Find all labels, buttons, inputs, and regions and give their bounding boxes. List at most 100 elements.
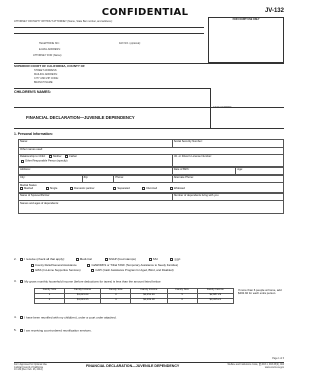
footer-left: Form Approved for Optional Use Judicial … bbox=[14, 364, 47, 372]
page-number: Page 1 of 3 bbox=[272, 358, 284, 360]
branch-name-label: BRANCH NAME: bbox=[34, 81, 54, 84]
email-label: E-MAIL ADDRESS: bbox=[39, 48, 61, 51]
benefits-row-1: 2. I receive (check all that apply): Med… bbox=[14, 257, 181, 262]
ssi-checkbox[interactable] bbox=[148, 258, 152, 261]
table-cell: 2 bbox=[34, 298, 65, 304]
ssp-checkbox[interactable] bbox=[170, 258, 174, 261]
ihss-checkbox[interactable] bbox=[31, 269, 34, 272]
other-responsible-checkbox[interactable] bbox=[21, 159, 24, 163]
address-label: Address: bbox=[20, 167, 31, 171]
declaration-title: FINANCIAL DECLARATION—JUVENILE DEPENDENC… bbox=[26, 115, 135, 120]
medical-label: Medi-Cal bbox=[79, 257, 92, 262]
medical-checkbox[interactable] bbox=[75, 258, 79, 261]
relationship-label: Relationship to Child: bbox=[20, 155, 46, 159]
case-number-box[interactable]: CASE NUMBER: bbox=[210, 88, 284, 128]
attorney-line[interactable] bbox=[14, 27, 204, 28]
income-row: 3. My gross monthly household income (be… bbox=[14, 279, 162, 284]
snap-checkbox[interactable] bbox=[104, 258, 108, 261]
dependents-count-label: Number of dependents living with you bbox=[173, 194, 219, 198]
city-field[interactable]: City: bbox=[18, 174, 83, 184]
divider bbox=[14, 88, 210, 89]
name-label: Name: bbox=[20, 140, 28, 144]
dob-label: Date of Birth: bbox=[173, 167, 190, 171]
relationship-field: Relationship to Child: Mother Father Oth… bbox=[18, 154, 173, 168]
marital-status-field: Marital Status: Married Single Domestic … bbox=[18, 182, 284, 194]
county-relief-label: County Relief/General Assistance bbox=[35, 263, 77, 268]
phone-field[interactable]: Phone: bbox=[113, 174, 173, 184]
attorney-line[interactable] bbox=[14, 33, 204, 34]
ssp-label: SSP bbox=[174, 257, 181, 262]
personal-info-heading: 1. Personal Information: bbox=[14, 132, 53, 136]
benefits-row-2: County Relief/General Assistance CalWORK… bbox=[31, 264, 178, 267]
mother-label: Mother bbox=[53, 155, 62, 159]
widowed-checkbox[interactable] bbox=[169, 186, 173, 190]
spouse-field[interactable]: Name of Spouse/Partner bbox=[18, 192, 173, 202]
name-field[interactable]: Name: bbox=[18, 139, 173, 148]
dob-field[interactable]: Date of Birth: bbox=[171, 166, 237, 176]
widowed-label: Widowed bbox=[173, 186, 185, 190]
other-names-field[interactable]: Other names used: bbox=[18, 146, 284, 156]
domestic-partner-checkbox[interactable] bbox=[70, 186, 74, 190]
services-row: 5. I am receiving court-ordered reunific… bbox=[14, 328, 92, 333]
single-label: Single bbox=[49, 186, 58, 190]
table-cell: 4 bbox=[100, 298, 132, 304]
court-use-box: FOR COURT USE ONLY bbox=[208, 17, 284, 63]
reunified-row: 4. I have been reunified with my child(r… bbox=[14, 315, 117, 320]
separated-checkbox[interactable] bbox=[113, 186, 117, 190]
calworks-label: CalWORKS or Tribal TANF (Temporary Assis… bbox=[91, 263, 179, 268]
calworks-checkbox[interactable] bbox=[87, 264, 91, 267]
divider bbox=[14, 128, 284, 129]
spouse-label: Name of Spouse/Partner bbox=[20, 194, 50, 198]
form-number: JV-132 bbox=[264, 8, 284, 14]
id-field[interactable]: I.D. or Driver's License Number: bbox=[171, 154, 285, 168]
married-label: Married bbox=[24, 186, 34, 190]
zip-field[interactable]: Zip: bbox=[81, 174, 115, 184]
benefits-checkbox[interactable] bbox=[19, 258, 23, 261]
reunified-checkbox[interactable] bbox=[19, 316, 23, 319]
capi-checkbox[interactable] bbox=[91, 269, 95, 272]
county-relief-checkbox[interactable] bbox=[31, 264, 34, 267]
city-label: City: bbox=[20, 176, 26, 180]
ssi-label: SSI bbox=[152, 257, 158, 262]
married-checkbox[interactable] bbox=[20, 186, 23, 190]
divider bbox=[14, 362, 284, 363]
phone-label: Phone: bbox=[115, 176, 124, 180]
attorney-for-label: ATTORNEY FOR (Name): bbox=[33, 54, 63, 57]
father-label: Father bbox=[69, 155, 78, 159]
income-note: If more than 6 people at home, add $402.… bbox=[238, 288, 282, 296]
capi-label: CAPI (Cash Assistance Program for Aged, … bbox=[95, 268, 174, 273]
table-cell: $2,469.38 bbox=[130, 298, 168, 304]
table-cell: 6 bbox=[166, 298, 198, 304]
reunified-text: I have been reunified with my child(ren)… bbox=[24, 315, 117, 320]
address-field[interactable]: Address: bbox=[18, 166, 173, 176]
services-text: I am receiving court-ordered reunificati… bbox=[24, 328, 92, 333]
ihss-label: IHSS (In-Home Supportive Services) bbox=[35, 268, 81, 273]
mother-checkbox[interactable] bbox=[49, 155, 53, 159]
services-checkbox[interactable] bbox=[19, 329, 23, 332]
alt-phone-label: Alternate Phone: bbox=[173, 176, 194, 180]
income-text: My gross monthly household income (befor… bbox=[24, 279, 162, 284]
age-label: Age: bbox=[237, 167, 243, 171]
table-cell: $1,633.55 bbox=[63, 298, 102, 304]
separated-label: Separated bbox=[117, 186, 130, 190]
age-field[interactable]: Age: bbox=[235, 166, 284, 176]
divorced-label: Divorced bbox=[146, 186, 158, 190]
ssn-label: Social Security Number: bbox=[173, 140, 203, 144]
page-title: CONFIDENTIAL bbox=[101, 7, 189, 18]
other-responsible-label: Other Responsible Person (specify): bbox=[25, 159, 69, 163]
benefits-row-3: IHSS (In-Home Supportive Services) CAPI … bbox=[31, 269, 174, 272]
childrens-names-label: CHILDREN'S NAMES: bbox=[14, 90, 51, 94]
footer-title: FINANCIAL DECLARATION—JUVENILE DEPENDENC… bbox=[86, 364, 180, 368]
dependents-names-label: Names and ages of dependents: bbox=[20, 201, 59, 205]
dependents-names-field[interactable]: Names and ages of dependents: bbox=[18, 200, 284, 215]
income-checkbox[interactable] bbox=[19, 280, 23, 283]
single-checkbox[interactable] bbox=[45, 186, 49, 190]
ssn-field[interactable]: Social Security Number: bbox=[171, 139, 285, 148]
fax-label: FAX NO. (optional): bbox=[119, 42, 141, 45]
dependents-count-field[interactable]: Number of dependents living with you bbox=[171, 192, 285, 202]
father-checkbox[interactable] bbox=[65, 155, 69, 159]
court-use-label: FOR COURT USE ONLY bbox=[232, 18, 260, 21]
alt-phone-field[interactable]: Alternate Phone: bbox=[171, 174, 285, 184]
telephone-label: TELEPHONE NO.: bbox=[39, 42, 60, 45]
case-number-label: CASE NUMBER: bbox=[213, 106, 233, 109]
